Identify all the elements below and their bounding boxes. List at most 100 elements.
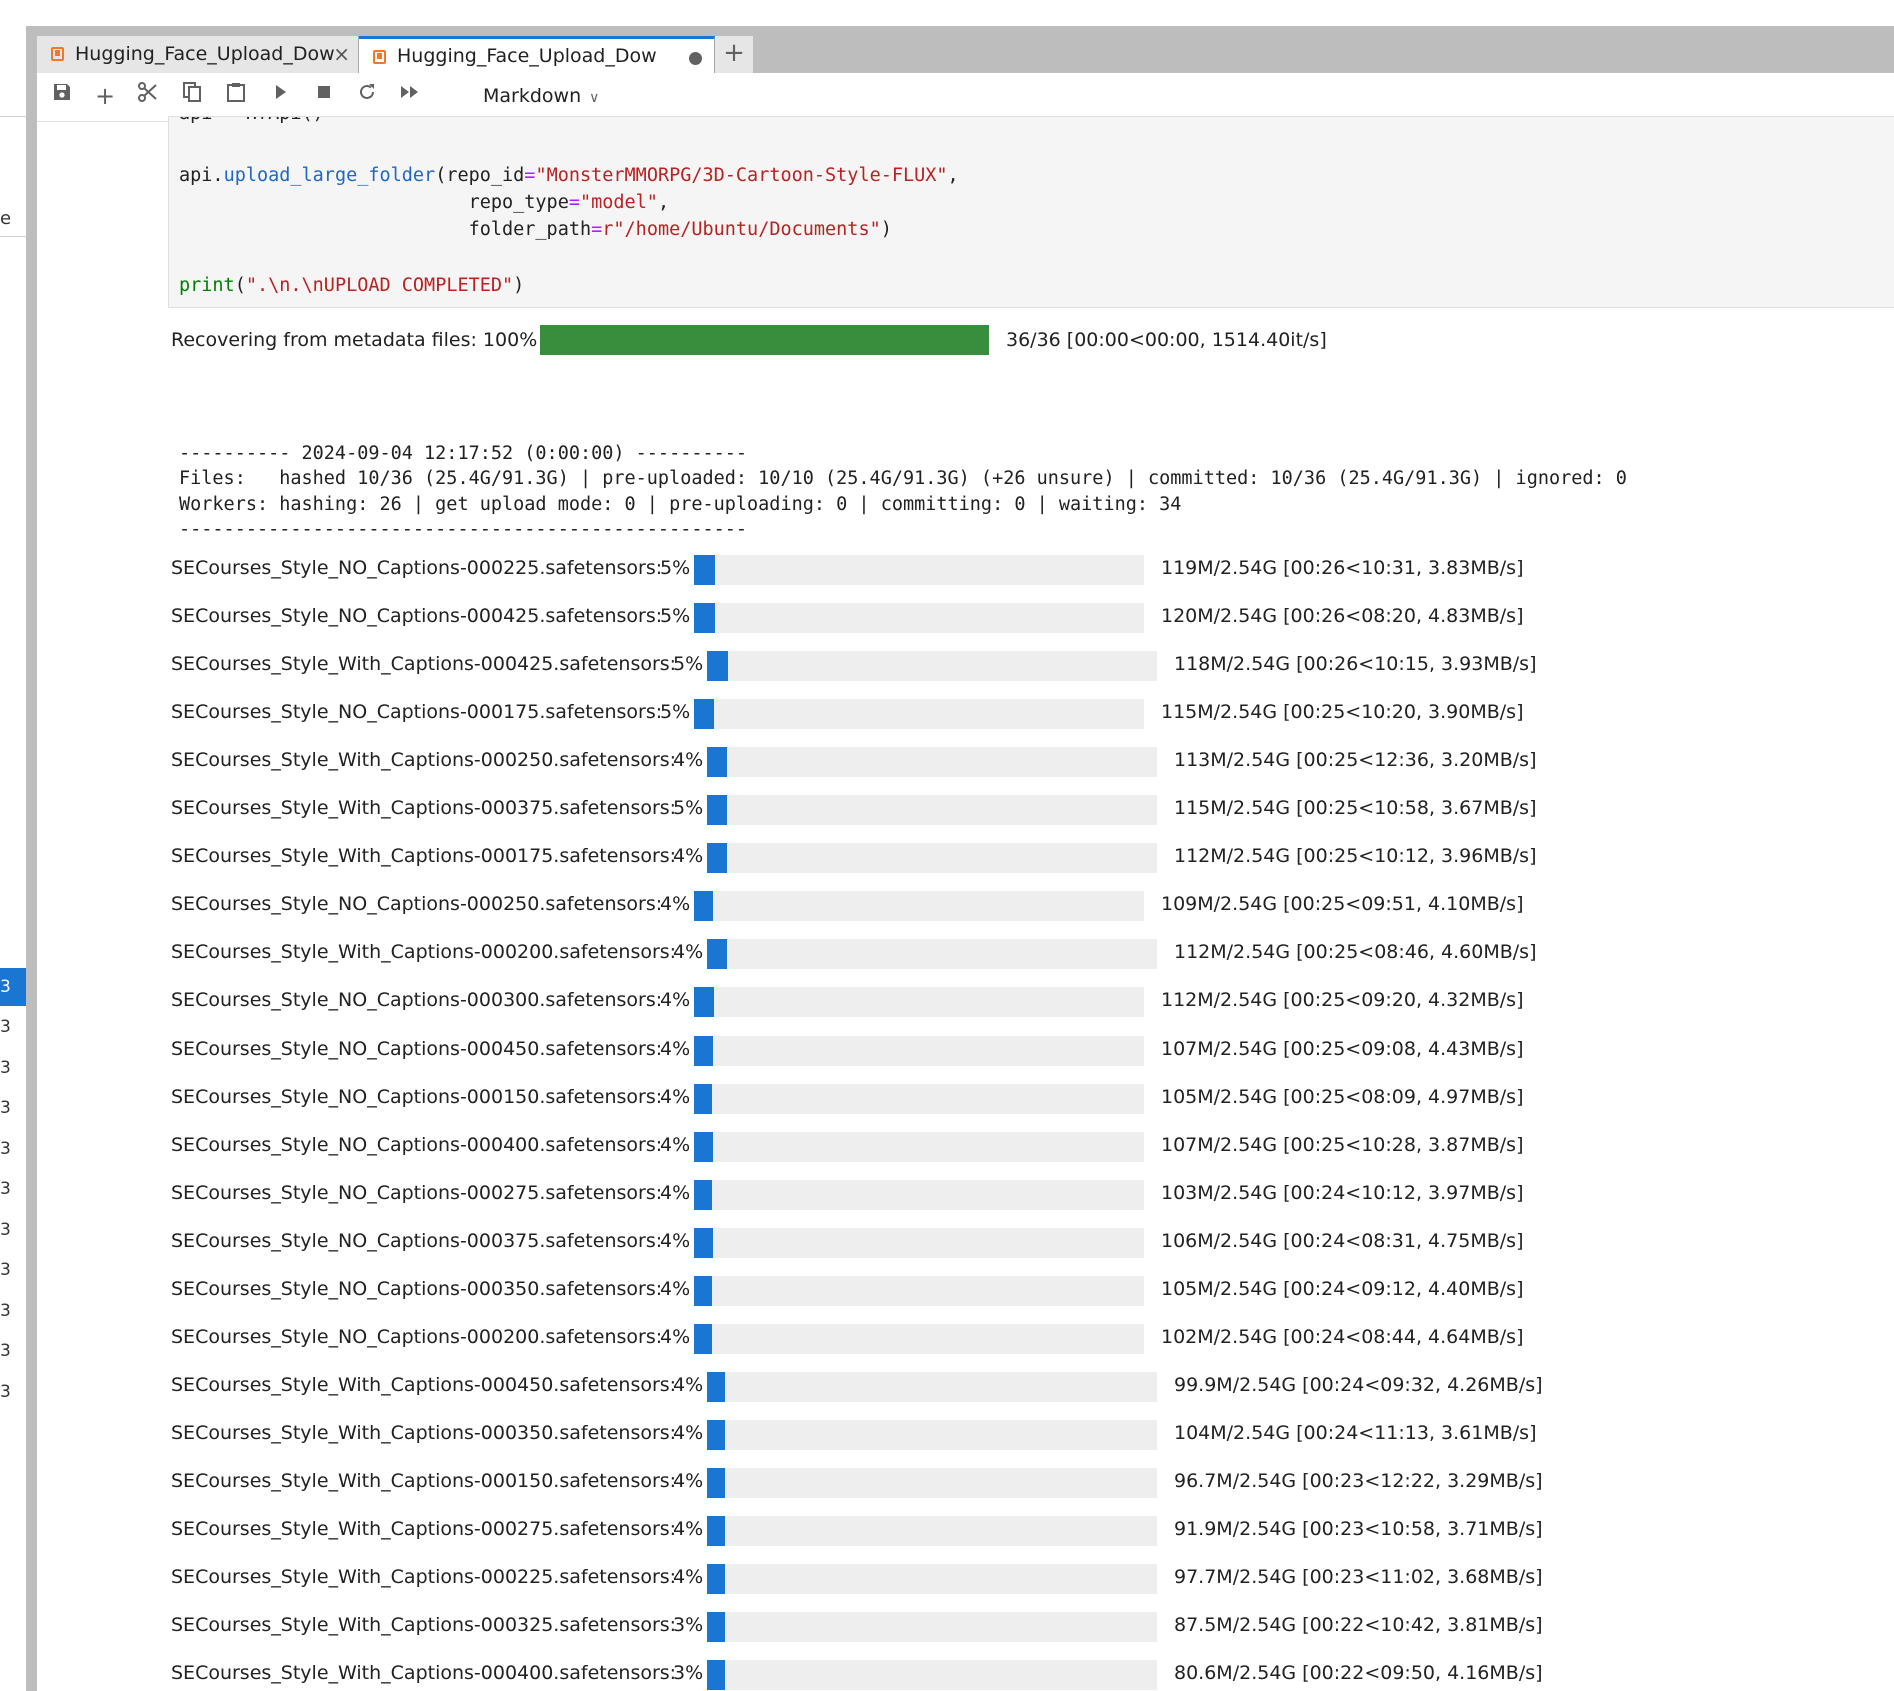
tab-notebook-1[interactable]: Hugging_Face_Upload_Dow × (37, 36, 359, 73)
metadata-progress-stats: 36/36 [00:00<00:00, 1514.40it/s] (1006, 329, 1327, 351)
upload-stats: 120M/2.54G [00:26<08:20, 4.83MB/s] (1161, 605, 1524, 628)
upload-progress-bar (694, 1083, 1144, 1114)
sidebar-item[interactable]: 3 (0, 1341, 11, 1361)
upload-stats: 112M/2.54G [00:25<10:12, 3.96MB/s] (1174, 845, 1537, 868)
upload-progress-fill (694, 555, 715, 585)
upload-progress-bar (707, 1516, 1157, 1546)
upload-file-name: SECourses_Style_With_Captions-000425.saf… (171, 653, 677, 676)
code-line: folder_path=r"/home/Ubuntu/Documents") (468, 219, 892, 240)
cut-icon[interactable] (133, 81, 163, 111)
upload-progress-bar (694, 1131, 1144, 1162)
upload-percent: 4% (660, 1085, 691, 1108)
upload-progress-fill (707, 1612, 725, 1643)
upload-file-name: SECourses_Style_NO_Captions-000175.safet… (171, 701, 663, 724)
upload-progress-fill (707, 1371, 725, 1402)
upload-file-name: SECourses_Style_NO_Captions-000200.safet… (171, 1325, 663, 1348)
code-cell-editor[interactable]: api = HfApi() api.upload_large_folder(re… (168, 116, 1894, 308)
save-icon[interactable] (47, 81, 77, 111)
upload-percent: 5% (660, 605, 691, 628)
upload-percent: 4% (660, 893, 691, 916)
status-header: ---------- 2024-09-04 12:17:52 (0:00:00)… (179, 443, 748, 464)
new-tab-button[interactable]: + (715, 36, 753, 73)
upload-progress-bar (694, 699, 1144, 730)
sidebar-item[interactable]: 3 (0, 1220, 11, 1240)
upload-progress-fill (694, 1083, 712, 1114)
upload-percent: 4% (660, 1037, 691, 1060)
upload-stats: 80.6M/2.54G [00:22<09:50, 4.16MB/s] (1174, 1662, 1543, 1685)
upload-stats: 105M/2.54G [00:25<08:09, 4.97MB/s] (1161, 1085, 1524, 1108)
copy-icon[interactable] (177, 81, 207, 111)
upload-stats: 87.5M/2.54G [00:22<10:42, 3.81MB/s] (1174, 1614, 1543, 1637)
upload-progress-bar (707, 795, 1157, 826)
upload-percent: 4% (673, 1566, 704, 1589)
upload-file-name: SECourses_Style_With_Captions-000350.saf… (171, 1421, 677, 1444)
paste-icon[interactable] (221, 81, 251, 111)
upload-progress-fill (694, 1323, 712, 1354)
sidebar-item[interactable]: 3 (0, 1139, 11, 1159)
notebook-icon (51, 47, 64, 61)
status-workers: Workers: hashing: 26 | get upload mode: … (179, 494, 1182, 515)
upload-stats: 112M/2.54G [00:25<08:46, 4.60MB/s] (1174, 941, 1537, 964)
upload-progress-bar (707, 1564, 1157, 1595)
upload-file-name: SECourses_Style_With_Captions-000375.saf… (171, 797, 677, 820)
restart-icon[interactable] (352, 81, 382, 111)
upload-progress-bar (707, 747, 1157, 778)
upload-progress-fill (707, 939, 727, 970)
status-footer: ----------------------------------------… (179, 519, 748, 540)
upload-file-name: SECourses_Style_NO_Captions-000150.safet… (171, 1085, 663, 1108)
sidebar-item[interactable]: 3 (0, 1382, 11, 1402)
upload-stats: 115M/2.54G [00:25<10:58, 3.67MB/s] (1174, 797, 1537, 820)
sidebar-item[interactable]: 3 (0, 1260, 11, 1280)
stop-icon[interactable] (309, 81, 339, 111)
upload-progress-bar (694, 1035, 1144, 1066)
upload-percent: 4% (660, 989, 691, 1012)
upload-file-name: SECourses_Style_NO_Captions-000350.safet… (171, 1277, 663, 1300)
upload-progress-bar (707, 1371, 1157, 1402)
upload-stats: 105M/2.54G [00:24<09:12, 4.40MB/s] (1161, 1277, 1524, 1300)
upload-stats: 118M/2.54G [00:26<10:15, 3.93MB/s] (1174, 653, 1537, 676)
upload-percent: 5% (660, 557, 691, 579)
code-line: api = HfApi() (179, 117, 324, 124)
upload-progress-fill (707, 747, 727, 778)
upload-stats: 107M/2.54G [00:25<09:08, 4.43MB/s] (1161, 1037, 1524, 1060)
sidebar-item[interactable]: 3 (0, 1301, 11, 1321)
sidebar-selected-item[interactable]: 3 (0, 968, 26, 1006)
upload-stats: 103M/2.54G [00:24<10:12, 3.97MB/s] (1161, 1181, 1524, 1204)
upload-progress-fill (707, 1516, 725, 1546)
upload-progress-bar (694, 1275, 1144, 1306)
upload-progress-bar (694, 1323, 1144, 1354)
upload-percent: 4% (673, 1469, 704, 1492)
close-icon[interactable]: × (333, 36, 350, 73)
tab-notebook-2[interactable]: Hugging_Face_Upload_Dow (359, 36, 715, 73)
left-sidebar (0, 26, 26, 1691)
upload-file-name: SECourses_Style_With_Captions-000400.saf… (171, 1662, 677, 1685)
sidebar-item[interactable]: 3 (0, 1017, 11, 1037)
upload-percent: 3% (673, 1614, 704, 1637)
upload-percent: 4% (660, 1277, 691, 1300)
metadata-progress-label: Recovering from metadata files: 100% (171, 329, 538, 351)
upload-file-name: SECourses_Style_NO_Captions-000375.safet… (171, 1229, 663, 1252)
upload-progress-bar (707, 1660, 1157, 1691)
upload-file-name: SECourses_Style_With_Captions-000325.saf… (171, 1614, 677, 1637)
upload-file-name: SECourses_Style_With_Captions-000450.saf… (171, 1373, 677, 1396)
code-line: repo_type="model", (468, 192, 670, 213)
upload-progress-fill (707, 843, 727, 874)
sidebar-item[interactable]: 3 (0, 1058, 11, 1078)
upload-progress-fill (707, 795, 727, 826)
sidebar-item[interactable]: 3 (0, 1098, 11, 1118)
cell-type-select[interactable]: Markdown ∨ (483, 81, 599, 111)
upload-progress-bar (694, 1179, 1144, 1210)
fast-forward-icon[interactable] (395, 81, 425, 111)
unsaved-dot-icon[interactable] (689, 52, 702, 65)
sidebar-item[interactable]: 3 (0, 1179, 11, 1199)
upload-percent: 4% (673, 749, 704, 772)
tab-bar: Hugging_Face_Upload_Dow × Hugging_Face_U… (37, 26, 1894, 73)
upload-stats: 106M/2.54G [00:24<08:31, 4.75MB/s] (1161, 1229, 1524, 1252)
run-icon[interactable] (265, 81, 295, 111)
chevron-down-icon: ∨ (589, 90, 600, 106)
upload-progress-fill (694, 603, 715, 634)
add-cell-icon[interactable]: + (90, 81, 120, 111)
sidebar-splitter[interactable] (26, 26, 37, 1691)
upload-progress-fill (694, 1131, 713, 1162)
notebook-toolbar: + Markdown ∨ (37, 73, 1894, 122)
